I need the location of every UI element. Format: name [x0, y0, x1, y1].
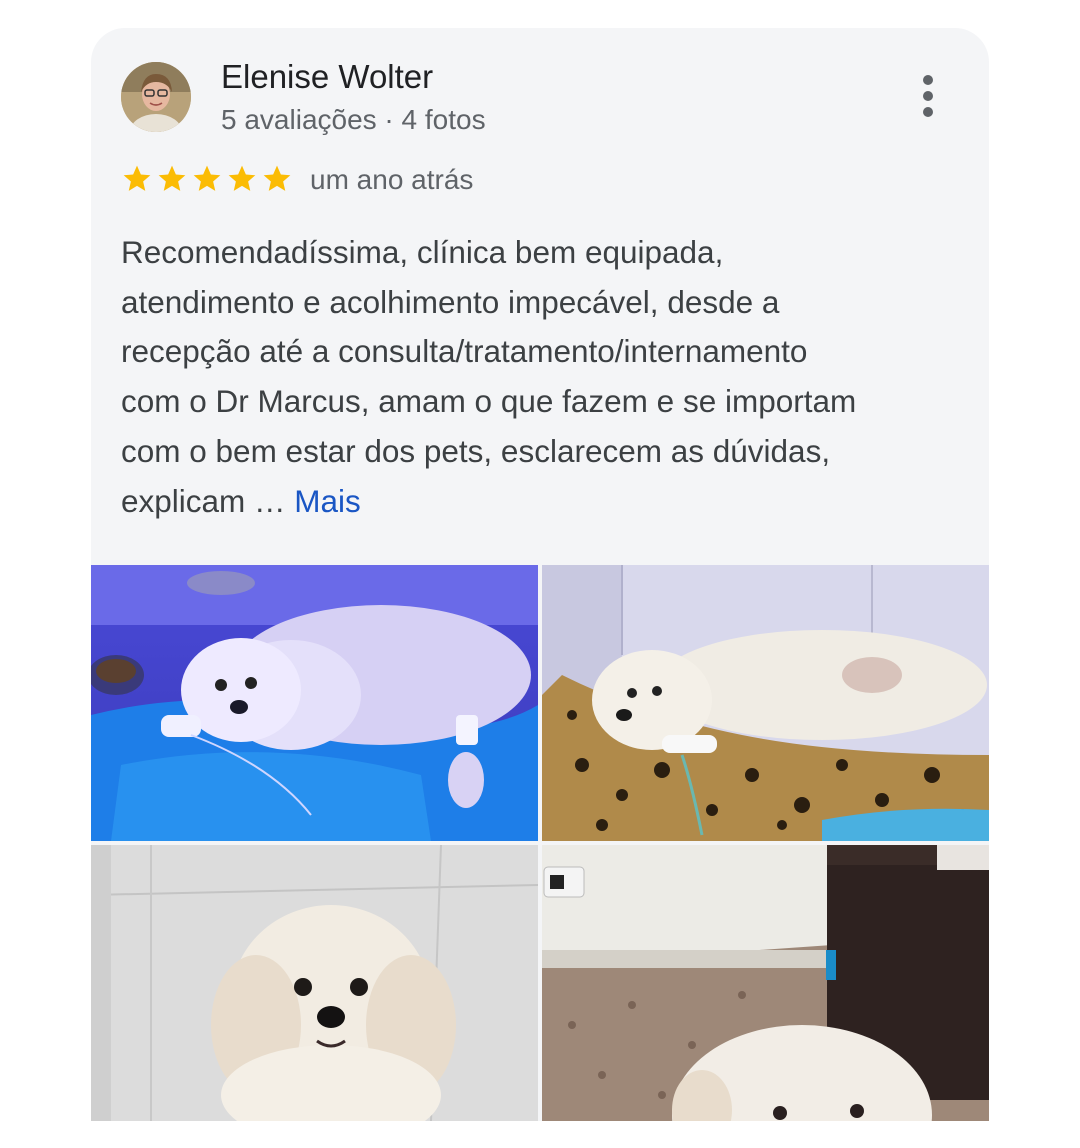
- photo-dog-leopard-blanket[interactable]: [542, 565, 989, 841]
- photo-dog-closeup[interactable]: [91, 845, 538, 1121]
- more-link[interactable]: Mais: [294, 483, 361, 519]
- star-icon: [263, 165, 291, 191]
- reviewer-name[interactable]: Elenise Wolter: [221, 58, 433, 96]
- review-card: Elenise Wolter 5 avaliações · 4 fotos um…: [91, 28, 989, 1121]
- review-text-line: Recomendadíssima, clínica bem equipada,: [121, 234, 724, 270]
- review-text-line: com o Dr Marcus, amam o que fazem e se i…: [121, 383, 857, 420]
- reviewer-avatar[interactable]: [121, 62, 191, 132]
- photo-dog-blue-light[interactable]: [91, 565, 538, 841]
- star-icon: [123, 165, 151, 191]
- review-text-last-line: explicam … Mais: [121, 477, 971, 527]
- more-vert-icon[interactable]: [913, 72, 943, 120]
- star-icon: [193, 165, 221, 191]
- review-time: um ano atrás: [310, 164, 474, 195]
- reviewer-meta: 5 avaliações · 4 fotos: [221, 104, 486, 135]
- review-text-line: explicam …: [121, 482, 295, 519]
- photo-dog-on-rug[interactable]: [542, 845, 989, 1121]
- review-text: Recomendadíssima, clínica bem equipada, …: [121, 228, 971, 526]
- star-icon: [158, 165, 186, 191]
- review-text-line: atendimento e acolhimento impecável, des…: [121, 283, 780, 320]
- star-icon: [228, 165, 256, 191]
- review-text-line: com o bem estar dos pets, esclarecem as …: [121, 432, 831, 469]
- star-rating: [121, 163, 293, 197]
- review-text-line: recepção até a consulta/tratamento/inter…: [121, 333, 808, 370]
